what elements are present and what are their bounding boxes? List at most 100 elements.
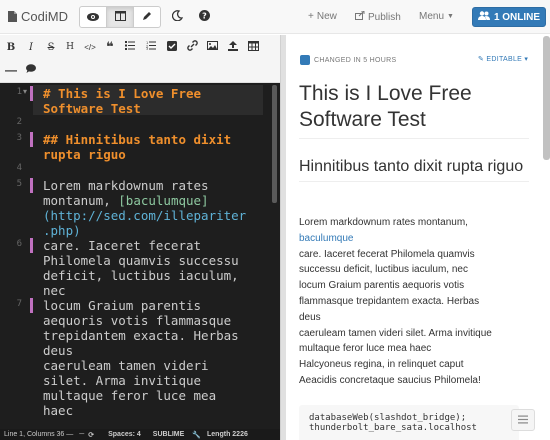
italic-button[interactable]: I (23, 39, 39, 55)
preview-link[interactable]: baculumque (299, 233, 353, 244)
editor-toolbar: B I S H </> ❝ 123 — (0, 35, 280, 83)
para-line: deus (299, 311, 321, 323)
italic-icon: I (29, 41, 33, 53)
online-users-button[interactable]: 1 ONLINE (472, 7, 546, 27)
eye-icon (87, 8, 99, 26)
code-line: nec (43, 283, 66, 298)
keymap-selector[interactable]: SUBLIME (153, 431, 185, 438)
code-icon: </> (84, 42, 96, 52)
para-line: locum Graium parentis aequoris votis (299, 280, 465, 292)
strikethrough-button[interactable]: S (43, 39, 59, 55)
changed-text: CHANGED IN 5 HOURS (314, 56, 397, 64)
new-note-link[interactable]: + New (308, 11, 337, 22)
help-button[interactable]: ? (194, 7, 214, 27)
night-mode-button[interactable] (167, 7, 187, 27)
link-icon (186, 40, 198, 54)
menu-dropdown[interactable]: Menu ▼ (419, 11, 454, 22)
para-line: Halcyoneus regina, in relinquet caput (299, 359, 464, 371)
image-button[interactable] (204, 39, 220, 55)
pencil-small-icon: ✎ (478, 56, 485, 63)
quote-button[interactable]: ❝ (102, 39, 118, 55)
line-number: 1 (16, 87, 22, 97)
indent-spaces[interactable]: Spaces: 4 (108, 431, 141, 438)
edit-mode-button[interactable] (133, 6, 161, 28)
upload-icon (228, 40, 238, 54)
brand[interactable]: CodiMD (8, 9, 68, 24)
list-ol-icon: 123 (146, 41, 156, 53)
code-line: Lorem markdownum rates (43, 178, 209, 193)
para-line: Aeacidis concretaque saucius Philomela! (299, 374, 481, 386)
list-icon (518, 411, 528, 429)
author-color-bar (30, 178, 33, 193)
file-icon (8, 11, 17, 22)
columns-icon (114, 8, 126, 26)
upload-button[interactable] (225, 39, 241, 55)
markdown-link-text: [baculumque] (118, 193, 209, 208)
code-line: locum Graium parentis (43, 298, 202, 313)
both-mode-button[interactable] (106, 6, 134, 28)
code-line: montanum, [baculumque] (43, 193, 209, 208)
heading-button[interactable]: H (62, 39, 78, 55)
code-line: care. Iaceret fecerat (43, 238, 202, 253)
table-icon (247, 40, 259, 54)
para-line: care. Iaceret fecerat Philomela quamvis (299, 248, 475, 260)
view-mode-group (79, 6, 161, 28)
para-line: Lorem markdownum rates montanum, (299, 217, 468, 228)
brand-name: CodiMD (21, 9, 68, 24)
para-line: multaque feror luce mea haec (299, 343, 432, 355)
code-button[interactable]: </> (82, 39, 98, 55)
new-label: New (316, 11, 337, 22)
para-line: flammasque trepidantem exacta. Herbas (299, 295, 480, 307)
code-line: # This is I Love Free (43, 86, 202, 101)
link-button[interactable] (184, 39, 200, 55)
comment-button[interactable] (23, 62, 39, 78)
preview-code-block: databaseWeb(slashdot_bridge); thunderbolt… (299, 405, 519, 440)
view-mode-button[interactable] (79, 6, 107, 28)
bold-button[interactable]: B (3, 39, 19, 55)
line-number: 4 (16, 163, 22, 173)
ordered-list-button[interactable]: 123 (143, 39, 159, 55)
toc-button[interactable] (511, 409, 535, 431)
para-line: caeruleam tamen videri silet. Arma invit… (299, 327, 492, 339)
code-editor[interactable]: 1 ▾ 2 3 4 5 6 7 # This is I Love Free So… (0, 83, 280, 429)
caret-down-icon: ▼ (447, 13, 454, 20)
status-bar: Line 1, Columns 36 — ─ ⟳ Spaces: 4 SUBLI… (0, 429, 280, 440)
users-icon (477, 11, 490, 23)
horizontal-rule-button[interactable]: — (3, 62, 19, 78)
strikethrough-icon: S (47, 41, 55, 53)
code-line: multaque feror luce mea (43, 388, 217, 403)
markdown-link-url: .php) (43, 223, 81, 238)
line-number-gutter: 1 ▾ 2 3 4 5 6 7 (0, 83, 33, 429)
image-icon (206, 41, 218, 53)
code-line: Software Test (43, 101, 141, 116)
code-line: rupta riguo (43, 147, 126, 162)
code-line: silet. Arma invitique (43, 373, 202, 388)
preview-paragraph: Lorem markdownum rates montanum, baculum… (299, 215, 534, 389)
checklist-button[interactable] (164, 39, 180, 55)
code-line: deficit, luctibus iaculum, (43, 268, 239, 283)
wrench-icon[interactable]: 🔧 (192, 431, 201, 439)
para-line: successu deficit, luctibus iaculum, nec (299, 264, 468, 276)
pencil-icon (142, 8, 152, 26)
code-line: caeruleam tamen videri (43, 358, 209, 373)
preview-heading-1: This is I Love Free Software Test (299, 81, 529, 139)
permission-dropdown[interactable]: ✎ EDITABLE ▾ (478, 55, 528, 63)
code-block-line: databaseWeb(slashdot_bridge); (309, 413, 467, 423)
minus-icon: — (5, 63, 17, 77)
author-color-bar (30, 238, 33, 253)
author-color-bar (30, 132, 33, 147)
code-block-line: thunderbolt_bare_sata.localhost (309, 423, 477, 433)
unordered-list-button[interactable] (122, 39, 138, 55)
editable-label: EDITABLE (486, 56, 523, 63)
document-length: Length 2226 (207, 431, 248, 438)
code-line: deus (43, 343, 74, 358)
refresh-icon[interactable]: ⟳ (88, 431, 94, 439)
line-number: 3 (16, 133, 22, 143)
code-line: Philomela quamvis successu (43, 253, 239, 268)
publish-link[interactable]: Publish (355, 10, 401, 23)
table-button[interactable] (245, 39, 261, 55)
comment-icon (26, 64, 36, 76)
editor-scrollbar[interactable] (272, 85, 277, 203)
share-icon (355, 10, 365, 23)
preview-scrollbar[interactable] (543, 36, 550, 160)
